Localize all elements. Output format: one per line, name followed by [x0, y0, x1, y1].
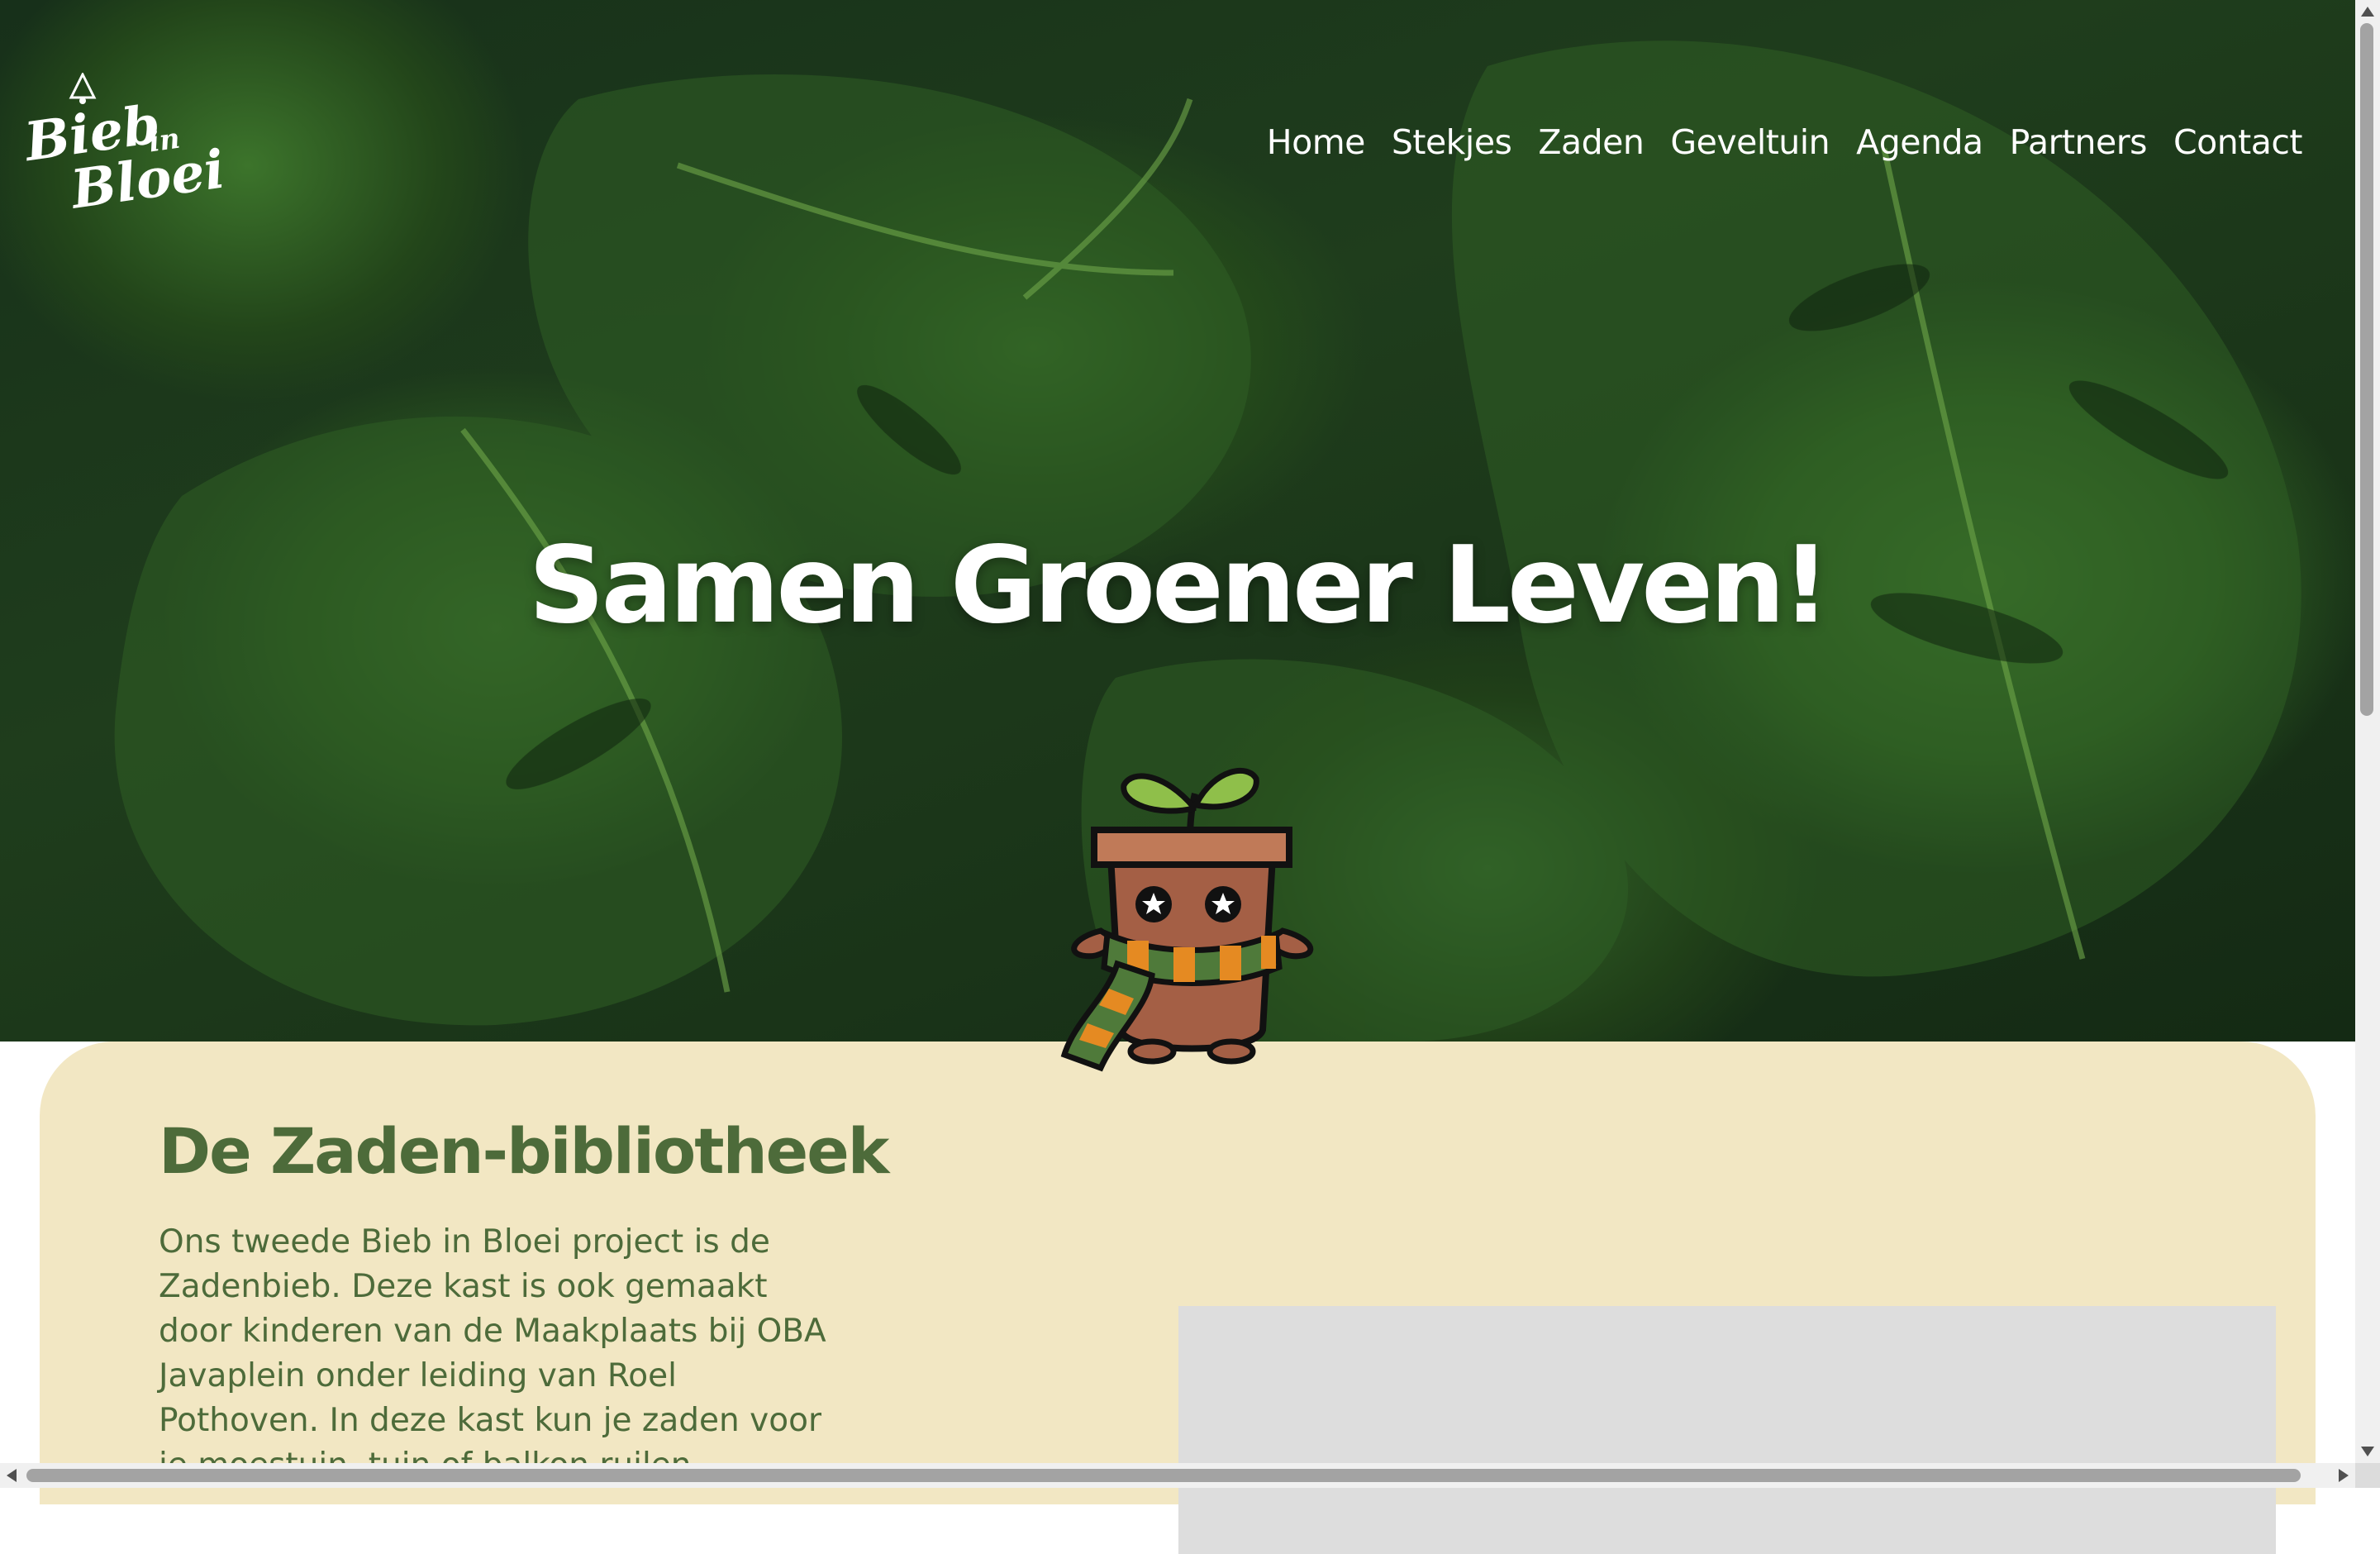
- scrollbar-corner: [2355, 1463, 2380, 1488]
- scroll-up-arrow-icon[interactable]: [2361, 7, 2374, 17]
- scroll-down-arrow-icon[interactable]: [2361, 1447, 2374, 1456]
- section-body-text: Ons tweede Bieb in Bloei project is de Z…: [159, 1223, 826, 1484]
- nav-geveltuin[interactable]: Geveltuin: [1670, 122, 1830, 162]
- nav-home[interactable]: Home: [1267, 122, 1366, 162]
- horizontal-scrollbar[interactable]: [0, 1463, 2355, 1488]
- main-navigation: Home Stekjes Zaden Geveltuin Agenda Part…: [1267, 122, 2303, 162]
- vertical-scrollbar-thumb[interactable]: [2360, 23, 2373, 716]
- hero-title: Samen Groener Leven!: [528, 523, 1830, 647]
- nav-stekjes[interactable]: Stekjes: [1392, 122, 1512, 162]
- site-logo[interactable]: Bieb in Bloei: [21, 73, 228, 222]
- horizontal-scrollbar-thumb[interactable]: [26, 1469, 2301, 1482]
- flowerpot-mascot-icon: [1060, 767, 1314, 1072]
- section-heading: De Zaden-bibliotheek: [159, 1114, 889, 1188]
- seed-library-section: De Zaden-bibliotheek Ons tweede Bieb in …: [40, 1042, 2316, 1554]
- scroll-left-arrow-icon[interactable]: [7, 1469, 17, 1482]
- nav-partners[interactable]: Partners: [2010, 122, 2148, 162]
- image-placeholder: [1178, 1306, 2276, 1554]
- nav-zaden[interactable]: Zaden: [1538, 122, 1644, 162]
- vertical-scrollbar[interactable]: [2355, 0, 2380, 1463]
- scroll-right-arrow-icon[interactable]: [2339, 1469, 2349, 1482]
- nav-agenda[interactable]: Agenda: [1856, 122, 1983, 162]
- nav-contact[interactable]: Contact: [2173, 122, 2303, 162]
- lightbulb-icon: [69, 73, 97, 104]
